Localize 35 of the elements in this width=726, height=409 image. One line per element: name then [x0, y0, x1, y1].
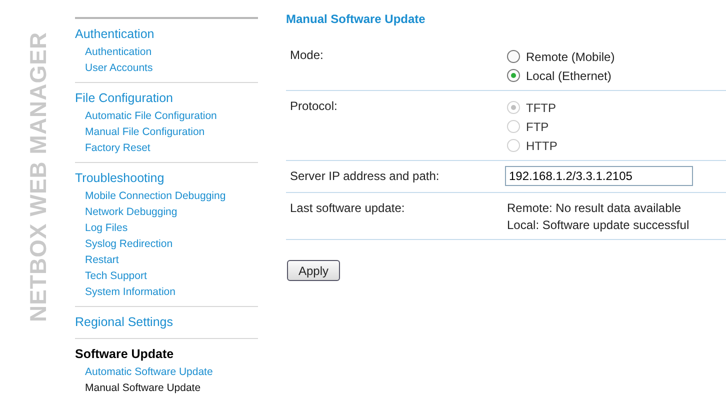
- sidebar-item[interactable]: Network Debugging: [85, 204, 178, 220]
- sidebar-item[interactable]: User Accounts: [85, 60, 153, 76]
- sidebar-heading[interactable]: Regional Settings: [75, 314, 173, 331]
- sidebar-item[interactable]: Manual Software Update: [85, 380, 201, 396]
- field-label: Mode:: [290, 48, 324, 64]
- sidebar-item[interactable]: Log Files: [85, 220, 128, 236]
- sidebar-item[interactable]: Mobile Connection Debugging: [85, 188, 226, 204]
- radio-label: Remote (Mobile): [526, 50, 615, 64]
- radio-label: HTTP: [526, 138, 558, 152]
- apply-button[interactable]: Apply: [287, 260, 340, 281]
- field-label: Server IP address and path:: [290, 169, 440, 185]
- sidebar-item[interactable]: Automatic File Configuration: [85, 108, 217, 124]
- radio-label: TFTP: [526, 100, 556, 114]
- status-text: Local: Software update successful: [507, 218, 690, 233]
- sidebar-item[interactable]: Factory Reset: [85, 140, 150, 156]
- sidebar-item[interactable]: Tech Support: [85, 268, 147, 284]
- sidebar-heading[interactable]: Troubleshooting: [75, 170, 164, 187]
- radio-label: Local (Ethernet): [526, 68, 612, 82]
- sidebar-item[interactable]: Manual File Configuration: [85, 124, 205, 140]
- radio-label: FTP: [526, 120, 549, 134]
- sidebar-item[interactable]: Restart: [85, 252, 119, 268]
- page-title: Manual Software Update: [286, 12, 426, 28]
- sidebar-item[interactable]: System Information: [85, 284, 176, 300]
- radio-button[interactable]: [507, 69, 520, 82]
- sidebar-heading[interactable]: File Configuration: [75, 90, 173, 107]
- sidebar-item[interactable]: Syslog Redirection: [85, 236, 173, 252]
- sidebar-heading[interactable]: Software Update: [75, 346, 174, 363]
- input-field[interactable]: 192.168.1.2/3.3.1.2105: [505, 166, 693, 186]
- field-label: Last software update:: [290, 201, 406, 217]
- field-label: Protocol:: [290, 99, 338, 115]
- radio-button[interactable]: [507, 50, 520, 63]
- sidebar-item[interactable]: Authentication: [85, 44, 152, 60]
- status-text: Remote: No result data available: [507, 201, 682, 216]
- sidebar-item[interactable]: Automatic Software Update: [85, 364, 213, 380]
- sidebar-heading[interactable]: Authentication: [75, 26, 154, 43]
